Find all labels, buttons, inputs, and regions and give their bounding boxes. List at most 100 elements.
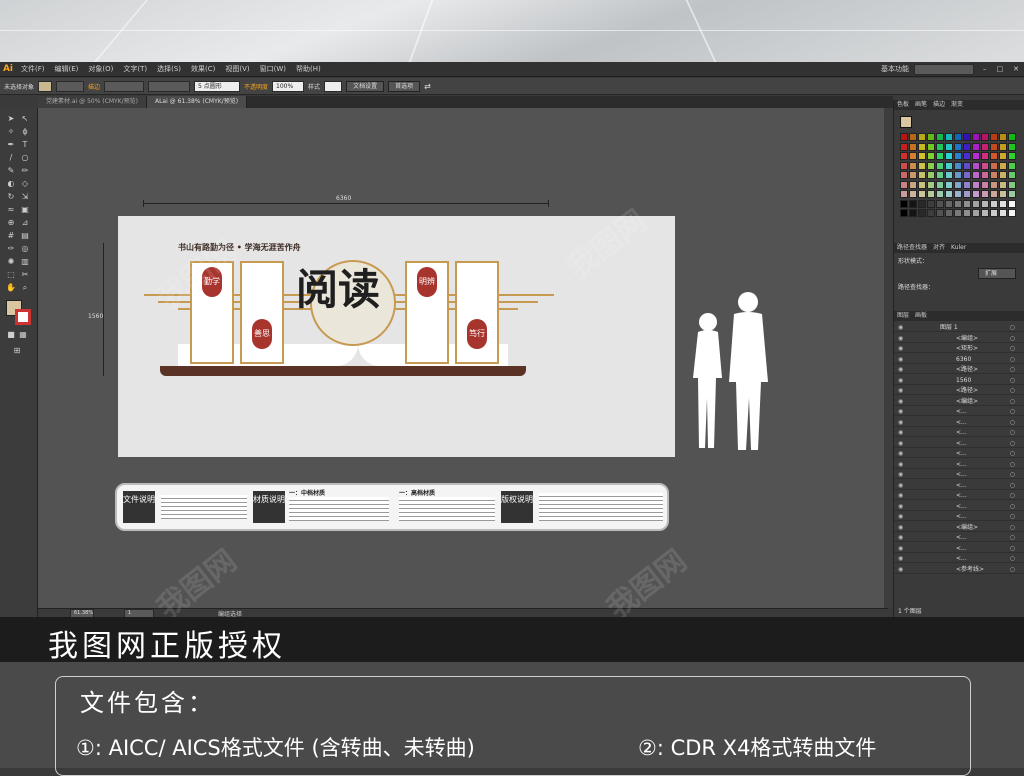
tab-align[interactable]: 对齐 [930,243,948,253]
opacity-label[interactable]: 不透明度 [244,82,268,91]
color-swatch[interactable] [918,133,926,141]
layer-row[interactable]: ◉ <编组> ○ [894,398,1024,406]
tab-pathfinder[interactable]: 路径查找器 [894,243,930,253]
color-swatch[interactable] [918,152,926,160]
target-circle-icon[interactable]: ○ [1010,450,1015,458]
color-swatch[interactable] [918,190,926,198]
color-swatch[interactable] [954,209,962,217]
color-swatch[interactable] [900,199,908,208]
color-swatch[interactable] [927,161,935,170]
color-swatch[interactable] [990,142,998,151]
color-swatch[interactable] [936,161,944,170]
color-swatch[interactable] [927,190,935,198]
color-swatch[interactable] [954,161,962,170]
stroke-color-box[interactable] [15,309,31,325]
visibility-eye-icon[interactable]: ◉ [898,419,903,427]
artboard[interactable]: 书山有路勤为径 • 学海无涯苦作舟 阅读 勤学 善思 明辨 笃行 [118,216,768,457]
color-swatch[interactable] [918,161,926,170]
preferences-button[interactable]: 首选项 [388,80,421,92]
visibility-eye-icon[interactable]: ◉ [898,408,903,416]
color-swatch[interactable] [945,190,953,198]
tab-layers[interactable]: 图层 [894,311,912,321]
document-setup-button[interactable]: 文档设置 [346,80,385,92]
color-swatch[interactable] [1008,171,1016,179]
color-swatch[interactable] [936,171,944,179]
pen-tool-icon[interactable]: ✒ [6,140,16,150]
visibility-eye-icon[interactable]: ◉ [898,398,903,406]
tab-gradient[interactable]: 渐变 [948,100,966,110]
color-swatch[interactable] [981,190,989,198]
color-swatch[interactable] [927,199,935,208]
color-swatch[interactable] [909,161,917,170]
color-swatch[interactable] [981,180,989,189]
brush-definition[interactable]: 5 点圆形 [194,80,241,92]
color-swatch[interactable] [900,171,908,179]
fill-swatch[interactable] [38,80,53,92]
color-swatch[interactable] [927,142,935,151]
color-swatch[interactable] [999,199,1007,208]
color-swatch[interactable] [945,152,953,160]
layer-row[interactable]: ◉ <... ○ [894,461,1024,469]
target-circle-icon[interactable]: ○ [1010,545,1015,553]
color-swatch[interactable] [927,209,935,217]
color-swatch[interactable] [981,171,989,179]
color-swatch[interactable] [900,133,908,141]
color-swatch[interactable] [918,171,926,179]
shape-builder-tool-icon[interactable]: ⊕ [6,218,16,228]
target-circle-icon[interactable]: ○ [1010,461,1015,469]
visibility-eye-icon[interactable]: ◉ [898,324,903,332]
layer-row[interactable]: ◉ <参考线> ○ [894,566,1024,574]
vertical-scrollbar[interactable] [884,108,893,608]
target-circle-icon[interactable]: ○ [1010,440,1015,448]
tab-brushes[interactable]: 画笔 [912,100,930,110]
color-swatch[interactable] [963,180,971,189]
rotate-tool-icon[interactable]: ↻ [6,192,16,202]
mesh-tool-icon[interactable]: # [6,231,16,241]
color-swatch[interactable] [927,180,935,189]
color-swatch[interactable] [954,199,962,208]
width-tool-icon[interactable]: ≈ [6,205,16,215]
layer-row[interactable]: ◉ <... ○ [894,419,1024,427]
visibility-eye-icon[interactable]: ◉ [898,566,903,574]
visibility-eye-icon[interactable]: ◉ [898,503,903,511]
style-swatch[interactable] [324,80,343,92]
menu-window[interactable]: 窗口(W) [255,64,291,74]
layer-row[interactable]: ◉ <矩形> ○ [894,345,1024,353]
layer-row[interactable]: ◉ <... ○ [894,492,1024,500]
visibility-eye-icon[interactable]: ◉ [898,555,903,563]
color-swatch[interactable] [945,199,953,208]
visibility-eye-icon[interactable]: ◉ [898,335,903,343]
color-swatch[interactable] [999,152,1007,160]
close-icon[interactable]: ✕ [1008,65,1024,73]
color-swatch[interactable] [990,209,998,217]
color-swatch[interactable] [954,133,962,141]
graph-tool-icon[interactable]: ▥ [20,257,30,267]
blob-brush-tool-icon[interactable]: ◐ [6,179,16,189]
artboard-tool-icon[interactable]: ⬚ [6,270,16,280]
color-swatch[interactable] [900,142,908,151]
color-swatch[interactable] [963,152,971,160]
layer-row[interactable]: ◉ 图层 1 ○ [894,324,1024,332]
type-tool-icon[interactable]: T [20,140,30,150]
menu-view[interactable]: 视图(V) [220,64,254,74]
color-swatch[interactable] [954,171,962,179]
tab-document-2[interactable]: ALai @ 61.38% (CMYK/预览) [146,96,248,108]
color-swatch[interactable] [981,152,989,160]
visibility-eye-icon[interactable]: ◉ [898,440,903,448]
color-swatch[interactable] [990,133,998,141]
color-swatch[interactable] [999,133,1007,141]
target-circle-icon[interactable]: ○ [1010,335,1015,343]
visibility-eye-icon[interactable]: ◉ [898,366,903,374]
color-swatch[interactable] [981,199,989,208]
menu-effect[interactable]: 效果(C) [186,64,220,74]
color-swatch[interactable] [999,142,1007,151]
minimize-icon[interactable]: – [978,65,992,73]
color-swatch[interactable] [936,133,944,141]
color-swatch[interactable] [945,133,953,141]
menu-select[interactable]: 选择(S) [152,64,186,74]
arrange-icon[interactable]: ⇄ [424,82,431,91]
layer-row[interactable]: ◉ <... ○ [894,450,1024,458]
layer-row[interactable]: ◉ <路径> ○ [894,387,1024,395]
target-circle-icon[interactable]: ○ [1010,534,1015,542]
color-swatch[interactable] [963,171,971,179]
